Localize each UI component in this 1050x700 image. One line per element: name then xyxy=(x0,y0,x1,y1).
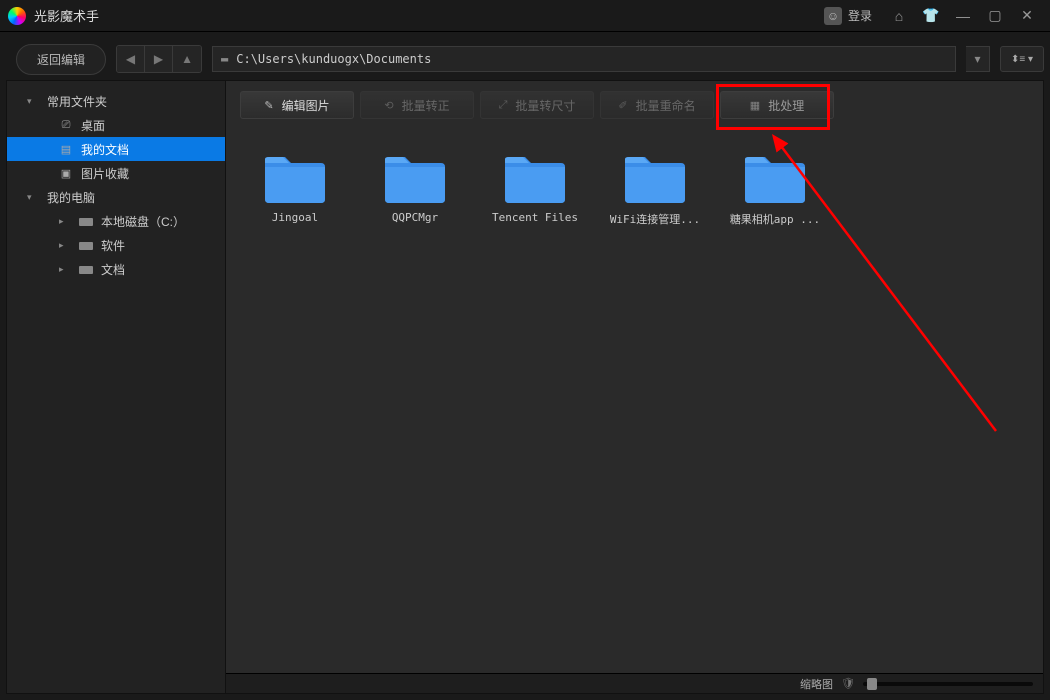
folder-icon xyxy=(739,149,811,205)
nav-up-button[interactable]: ▲ xyxy=(173,46,201,72)
batch-transfer-button[interactable]: ⟲ 批量转正 xyxy=(360,91,474,119)
sidebar-frequently-used[interactable]: ▾ 常用文件夹 xyxy=(7,89,225,113)
sidebar-local-disk-c[interactable]: ▸ 本地磁盘（C:） xyxy=(7,209,225,233)
path-text: C:\Users\kunduogx\Documents xyxy=(236,52,431,66)
action-label: 批处理 xyxy=(768,97,804,114)
folder-icon xyxy=(379,149,451,205)
sidebar-label: 常用文件夹 xyxy=(47,93,107,110)
batch-resize-button[interactable]: ⤢ 批量转尺寸 xyxy=(480,91,594,119)
folder-label: 糖果相机app ... xyxy=(730,211,820,227)
home-button[interactable]: ⌂ xyxy=(884,4,914,28)
folder-label: WiFi连接管理... xyxy=(610,211,700,227)
sidebar-label: 图片收藏 xyxy=(81,165,129,182)
folder-item[interactable]: WiFi连接管理... xyxy=(600,149,710,227)
skin-button[interactable]: 👕 xyxy=(916,4,946,28)
document-icon: ▤ xyxy=(59,143,73,156)
action-label: 批量转尺寸 xyxy=(515,97,575,114)
titlebar: 光影魔术手 ☺ 登录 ⌂ 👕 — ▢ ✕ xyxy=(0,0,1050,32)
sidebar-picture-favorites[interactable]: ▣ 图片收藏 xyxy=(7,161,225,185)
sidebar-label: 本地磁盘（C:） xyxy=(101,213,185,230)
rename-icon: ✐ xyxy=(618,99,627,112)
sidebar-my-documents[interactable]: ▤ 我的文档 xyxy=(7,137,225,161)
disk-icon xyxy=(79,218,93,226)
back-to-edit-button[interactable]: 返回编辑 xyxy=(16,44,106,75)
edit-image-button[interactable]: ✎ 编辑图片 xyxy=(240,91,354,119)
login-icon: ☺ xyxy=(824,7,842,25)
app-title: 光影魔术手 xyxy=(34,6,814,25)
folder-item[interactable]: Jingoal xyxy=(240,149,350,227)
slider-thumb[interactable] xyxy=(867,678,877,690)
disk-icon xyxy=(79,242,93,250)
content-area: ✎ 编辑图片 ⟲ 批量转正 ⤢ 批量转尺寸 ✐ 批量重命名 ▦ 批处理 xyxy=(226,80,1044,694)
folder-item[interactable]: QQPCMgr xyxy=(360,149,470,227)
sidebar-my-computer[interactable]: ▾ 我的电脑 xyxy=(7,185,225,209)
picture-icon: ▣ xyxy=(59,167,73,180)
folder-item[interactable]: 糖果相机app ... xyxy=(720,149,830,227)
folder-icon xyxy=(499,149,571,205)
folder-icon xyxy=(259,149,331,205)
folder-item[interactable]: Tencent Files xyxy=(480,149,590,227)
collapse-icon: ▾ xyxy=(27,96,37,107)
app-logo-icon xyxy=(8,7,26,25)
pencil-icon: ✎ xyxy=(264,99,273,112)
action-label: 编辑图片 xyxy=(282,97,330,114)
sidebar-label: 软件 xyxy=(101,237,125,254)
batch-process-button[interactable]: ▦ 批处理 xyxy=(720,91,834,119)
disk-icon xyxy=(79,266,93,274)
expand-icon: ▸ xyxy=(59,264,69,275)
statusbar: 缩略图 🛡 xyxy=(226,673,1043,693)
action-label: 批量转正 xyxy=(402,97,450,114)
sidebar-label: 桌面 xyxy=(81,117,105,134)
folder-icon xyxy=(619,149,691,205)
maximize-button[interactable]: ▢ xyxy=(980,4,1010,28)
shield-icon: 🛡 xyxy=(841,677,855,690)
sidebar-desktop[interactable]: ⎚ 桌面 xyxy=(7,113,225,137)
login-button[interactable]: ☺ 登录 xyxy=(814,3,882,29)
login-label: 登录 xyxy=(848,7,872,24)
batch-icon: ▦ xyxy=(750,99,760,112)
action-toolbar: ✎ 编辑图片 ⟲ 批量转正 ⤢ 批量转尺寸 ✐ 批量重命名 ▦ 批处理 xyxy=(226,81,1043,129)
minimize-button[interactable]: — xyxy=(948,4,978,28)
sidebar-documents-drive[interactable]: ▸ 文档 xyxy=(7,257,225,281)
folder-icon: ▬ xyxy=(221,52,228,66)
collapse-icon: ▾ xyxy=(27,192,37,203)
resize-icon: ⤢ xyxy=(499,99,508,112)
sidebar-label: 我的电脑 xyxy=(47,189,95,206)
expand-icon: ▸ xyxy=(59,216,69,227)
nav-back-button[interactable]: ◀ xyxy=(117,46,145,72)
batch-rename-button[interactable]: ✐ 批量重命名 xyxy=(600,91,714,119)
action-label: 批量重命名 xyxy=(636,97,696,114)
sidebar: ▾ 常用文件夹 ⎚ 桌面 ▤ 我的文档 ▣ 图片收藏 ▾ 我的电脑 ▸ xyxy=(6,80,226,694)
sidebar-label: 文档 xyxy=(101,261,125,278)
view-sort-button[interactable]: ⬍≡ ▾ xyxy=(1000,46,1044,72)
thumbnail-label: 缩略图 xyxy=(800,676,833,692)
folder-label: Jingoal xyxy=(272,211,318,224)
path-dropdown-button[interactable]: ▾ xyxy=(966,46,990,72)
sidebar-software[interactable]: ▸ 软件 xyxy=(7,233,225,257)
folder-label: QQPCMgr xyxy=(392,211,438,224)
sidebar-label: 我的文档 xyxy=(81,141,129,158)
transfer-icon: ⟲ xyxy=(384,99,393,112)
nav-button-group: ◀ ▶ ▲ xyxy=(116,45,202,73)
nav-forward-button[interactable]: ▶ xyxy=(145,46,173,72)
desktop-icon: ⎚ xyxy=(59,119,73,132)
navigation-toolbar: 返回编辑 ◀ ▶ ▲ ▬ C:\Users\kunduogx\Documents… xyxy=(6,38,1044,80)
thumbnail-size-slider[interactable] xyxy=(863,682,1033,686)
expand-icon: ▸ xyxy=(59,240,69,251)
path-bar[interactable]: ▬ C:\Users\kunduogx\Documents xyxy=(212,46,956,72)
close-button[interactable]: ✕ xyxy=(1012,4,1042,28)
folder-label: Tencent Files xyxy=(492,211,578,224)
file-grid: Jingoal QQPCMgr Tencent Files WiFi连接管理..… xyxy=(226,129,1043,673)
